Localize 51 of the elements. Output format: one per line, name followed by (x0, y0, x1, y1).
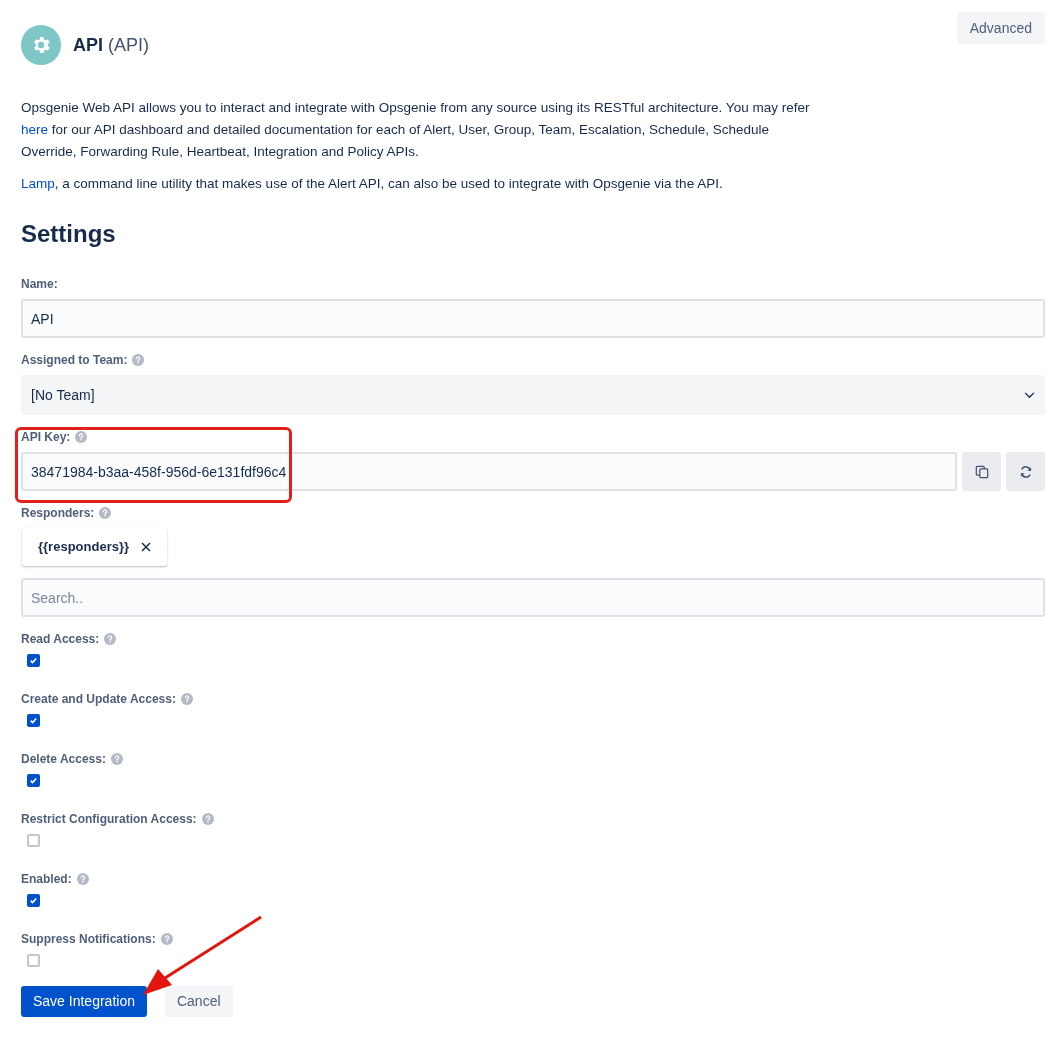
checkbox[interactable] (27, 654, 40, 667)
settings-heading: Settings (21, 219, 117, 249)
field-label: Responders: (21, 505, 95, 522)
field-label: Read Access: (21, 631, 100, 648)
checkbox[interactable] (27, 774, 40, 787)
checkbox[interactable] (27, 894, 40, 907)
checkmark-icon (29, 776, 38, 785)
field-label: API Key: (21, 429, 71, 446)
field-label: Name: (21, 276, 58, 293)
copy-button[interactable] (962, 452, 1001, 491)
field-label: Assigned to Team: (21, 352, 128, 369)
responder-tag: {{responders}} (22, 528, 168, 566)
link[interactable]: here (21, 122, 49, 137)
gear-icon (21, 25, 61, 65)
help-icon[interactable] (99, 507, 112, 519)
cancel-button[interactable]: Cancel (164, 986, 233, 1017)
field-label: Enabled: (21, 871, 72, 888)
name-field[interactable]: API (21, 299, 1045, 338)
help-icon[interactable] (75, 431, 88, 443)
refresh-button[interactable] (1006, 452, 1045, 491)
link[interactable]: Lamp (21, 176, 55, 191)
description-paragraph: Opsgenie Web API allows you to interact and integrate with Opsgenie from any source using its RESTful architecture. You may refer here for our API dashboard and detailed documentation for each of Alert, User, Group, Team, Escalation, Schedule, Schedule Override, Forwarding Rule, Heartbeat, Integration and Policy APIs. (21, 99, 811, 161)
field-label: Suppress Notifications: (21, 931, 156, 948)
checkbox[interactable] (27, 714, 40, 727)
refresh-icon (1018, 464, 1033, 479)
description-paragraph: Lamp, a command line utility that makes use of the Alert API, can also be used to integrate with Opsgenie via the API. (21, 175, 724, 193)
team-dropdown[interactable]: [No Team] (21, 375, 1045, 415)
field-label: Restrict Configuration Access: (21, 811, 197, 828)
checkbox[interactable] (27, 834, 40, 847)
help-icon[interactable] (110, 753, 123, 765)
save-button[interactable]: Save Integration (21, 986, 147, 1017)
field-label: Delete Access: (21, 751, 106, 768)
page-title: API (73, 33, 103, 57)
chevron-down-icon (1024, 391, 1035, 399)
advanced-button[interactable]: Advanced (956, 12, 1045, 44)
checkmark-icon (29, 656, 38, 665)
help-icon[interactable] (104, 633, 117, 645)
help-icon[interactable] (180, 693, 193, 705)
checkmark-icon (29, 716, 38, 725)
help-icon[interactable] (76, 873, 89, 885)
checkmark-icon (29, 896, 38, 905)
page-subtitle: (API) (108, 33, 150, 57)
copy-icon (974, 464, 989, 479)
field-label: Create and Update Access: (21, 691, 176, 708)
close-icon[interactable] (141, 542, 152, 552)
checkbox[interactable] (27, 954, 40, 967)
help-icon[interactable] (201, 813, 214, 825)
help-icon[interactable] (132, 354, 145, 366)
api-key-field[interactable]: 38471984-b3aa-458f-956d-6e131fdf96c4 (21, 452, 957, 491)
help-icon[interactable] (160, 933, 173, 945)
search-field[interactable]: Search.. (21, 578, 1045, 617)
